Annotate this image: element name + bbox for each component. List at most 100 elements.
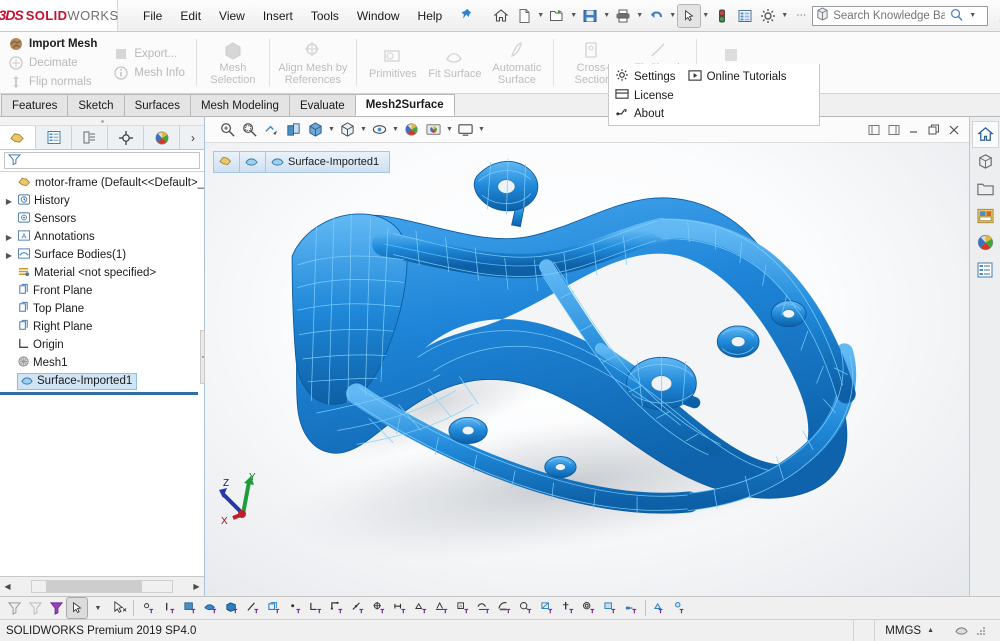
solid-body-filter-icon[interactable]	[222, 598, 242, 618]
chevron-right-icon[interactable]: ›	[182, 126, 204, 149]
section-line-filter-icon[interactable]	[558, 598, 578, 618]
open-folder-caret-icon[interactable]: ▼	[569, 12, 578, 19]
tree-node-front-plane[interactable]: Front Plane	[0, 282, 204, 300]
search-input[interactable]	[833, 10, 945, 22]
tab-surfaces[interactable]: Surfaces	[124, 94, 191, 116]
sketch-contour-filter-icon[interactable]	[327, 598, 347, 618]
balloon-filter-icon[interactable]	[516, 598, 536, 618]
tree-node-surface-bodies[interactable]: ▶ Surface Bodies(1)	[0, 246, 204, 264]
model-canvas[interactable]: Surface-Imported1	[205, 143, 969, 596]
feature-tree-tab[interactable]	[0, 126, 36, 149]
face-filter-icon[interactable]	[180, 598, 200, 618]
split-right-icon[interactable]	[884, 120, 903, 139]
menu-tools[interactable]: Tools	[302, 6, 348, 26]
flip-normals-button[interactable]: Flip normals	[4, 73, 101, 91]
units-selector[interactable]: MMGS ▲	[874, 620, 944, 641]
surface-finish-filter-icon[interactable]	[432, 598, 452, 618]
note-filter-icon[interactable]	[495, 598, 515, 618]
doc-close-icon[interactable]	[944, 120, 963, 139]
search-knowledge-base-box[interactable]: ▼	[812, 6, 988, 26]
feature-tree-hscrollbar[interactable]	[31, 580, 173, 593]
section-view-icon[interactable]	[283, 119, 304, 140]
previous-view-icon[interactable]	[261, 119, 282, 140]
center-mark-filter-icon[interactable]	[369, 598, 389, 618]
tree-node-annotations[interactable]: ▶ A Annotations	[0, 228, 204, 246]
weld-filter-icon[interactable]	[411, 598, 431, 618]
print-icon[interactable]	[612, 5, 634, 27]
menu-view[interactable]: View	[210, 6, 254, 26]
tree-node-right-plane[interactable]: Right Plane	[0, 318, 204, 336]
tree-node-material[interactable]: Material <not specified>	[0, 264, 204, 282]
fit-surface-button[interactable]: Fit Surface	[424, 44, 486, 82]
view-settings-icon[interactable]	[455, 119, 476, 140]
display-style-caret-icon[interactable]: ▼	[359, 126, 368, 133]
search-magnifier-icon[interactable]	[949, 7, 964, 25]
scroll-left-icon[interactable]: ◀	[0, 582, 15, 591]
tab-features[interactable]: Features	[1, 94, 68, 116]
open-folder-icon[interactable]	[546, 5, 568, 27]
select-other-icon[interactable]	[109, 598, 129, 618]
tree-node-surface-imported1[interactable]: Surface-Imported1	[0, 372, 204, 390]
tree-node-origin[interactable]: Origin	[0, 336, 204, 354]
sw-resources-home-icon[interactable]	[972, 121, 999, 148]
customize-menu-icon[interactable]: ⋯	[790, 5, 812, 27]
expand-arrow-icon[interactable]: ▶	[4, 251, 14, 260]
tab-mesh-modeling[interactable]: Mesh Modeling	[190, 94, 290, 116]
options-caret-icon[interactable]: ▼	[780, 12, 789, 19]
sketch-segment-filter-icon[interactable]	[306, 598, 326, 618]
tab-evaluate[interactable]: Evaluate	[289, 94, 356, 116]
apply-scene-icon[interactable]	[423, 119, 444, 140]
design-library-icon[interactable]	[972, 148, 999, 175]
surface-filter-icon[interactable]	[201, 598, 221, 618]
assembly-filter-icon[interactable]	[671, 598, 691, 618]
file-explorer-folder-icon[interactable]	[972, 175, 999, 202]
about-menu-item[interactable]: About	[609, 105, 670, 123]
zoom-to-fit-icon[interactable]	[217, 119, 238, 140]
plane-filter-icon[interactable]	[264, 598, 284, 618]
cosmetic-thread-filter-icon[interactable]	[579, 598, 599, 618]
file-properties-icon[interactable]	[734, 5, 756, 27]
tree-node-motor-frame[interactable]: motor-frame (Default<<Default>_D	[0, 174, 204, 192]
filter-active-icon[interactable]	[46, 598, 66, 618]
datum-filter-icon[interactable]: A	[453, 598, 473, 618]
view-orientation-icon[interactable]	[305, 119, 326, 140]
select-caret-icon[interactable]: ▼	[701, 12, 710, 19]
display-manager-tab[interactable]	[144, 126, 180, 149]
hide-show-items-icon[interactable]	[369, 119, 390, 140]
edit-appearance-status-icon[interactable]	[954, 623, 969, 639]
annotation-filter-icon[interactable]	[474, 598, 494, 618]
tab-sketch[interactable]: Sketch	[67, 94, 124, 116]
configuration-manager-tab[interactable]	[72, 126, 108, 149]
pushpin-icon[interactable]	[459, 8, 472, 24]
import-mesh-button[interactable]: Import Mesh	[4, 35, 101, 53]
select-arrow-icon[interactable]	[67, 598, 87, 618]
search-caret-icon[interactable]: ▼	[968, 12, 977, 19]
edge-filter-icon[interactable]	[159, 598, 179, 618]
view-orientation-caret-icon[interactable]: ▼	[327, 126, 336, 133]
filter-clear-icon[interactable]	[25, 598, 45, 618]
dimxpert-manager-tab[interactable]	[108, 126, 144, 149]
save-icon[interactable]	[579, 5, 601, 27]
rebuild-traffic-light-icon[interactable]	[711, 5, 733, 27]
hatch-filter-icon[interactable]	[537, 598, 557, 618]
menu-insert[interactable]: Insert	[254, 6, 302, 26]
appearances-scenes-icon[interactable]	[972, 229, 999, 256]
zoom-to-area-icon[interactable]	[239, 119, 260, 140]
select-cursor-icon[interactable]	[678, 5, 700, 27]
custom-properties-icon[interactable]	[972, 256, 999, 283]
scroll-right-icon[interactable]: ▶	[189, 582, 204, 591]
license-menu-item[interactable]: License	[609, 87, 680, 104]
edit-appearance-icon[interactable]	[401, 119, 422, 140]
undo-caret-icon[interactable]: ▼	[668, 12, 677, 19]
undo-icon[interactable]	[645, 5, 667, 27]
doc-minimize-icon[interactable]	[904, 120, 923, 139]
expand-arrow-icon[interactable]: ▶	[4, 233, 14, 242]
save-caret-icon[interactable]: ▼	[602, 12, 611, 19]
menu-window[interactable]: Window	[348, 6, 409, 26]
property-manager-tab[interactable]	[36, 126, 72, 149]
automatic-surface-button[interactable]: Automatic Surface	[486, 38, 548, 88]
display-style-icon[interactable]	[337, 119, 358, 140]
options-gear-icon[interactable]	[757, 5, 779, 27]
primitives-button[interactable]: Primitives	[362, 44, 424, 82]
status-appearance-cell[interactable]	[944, 620, 1000, 641]
